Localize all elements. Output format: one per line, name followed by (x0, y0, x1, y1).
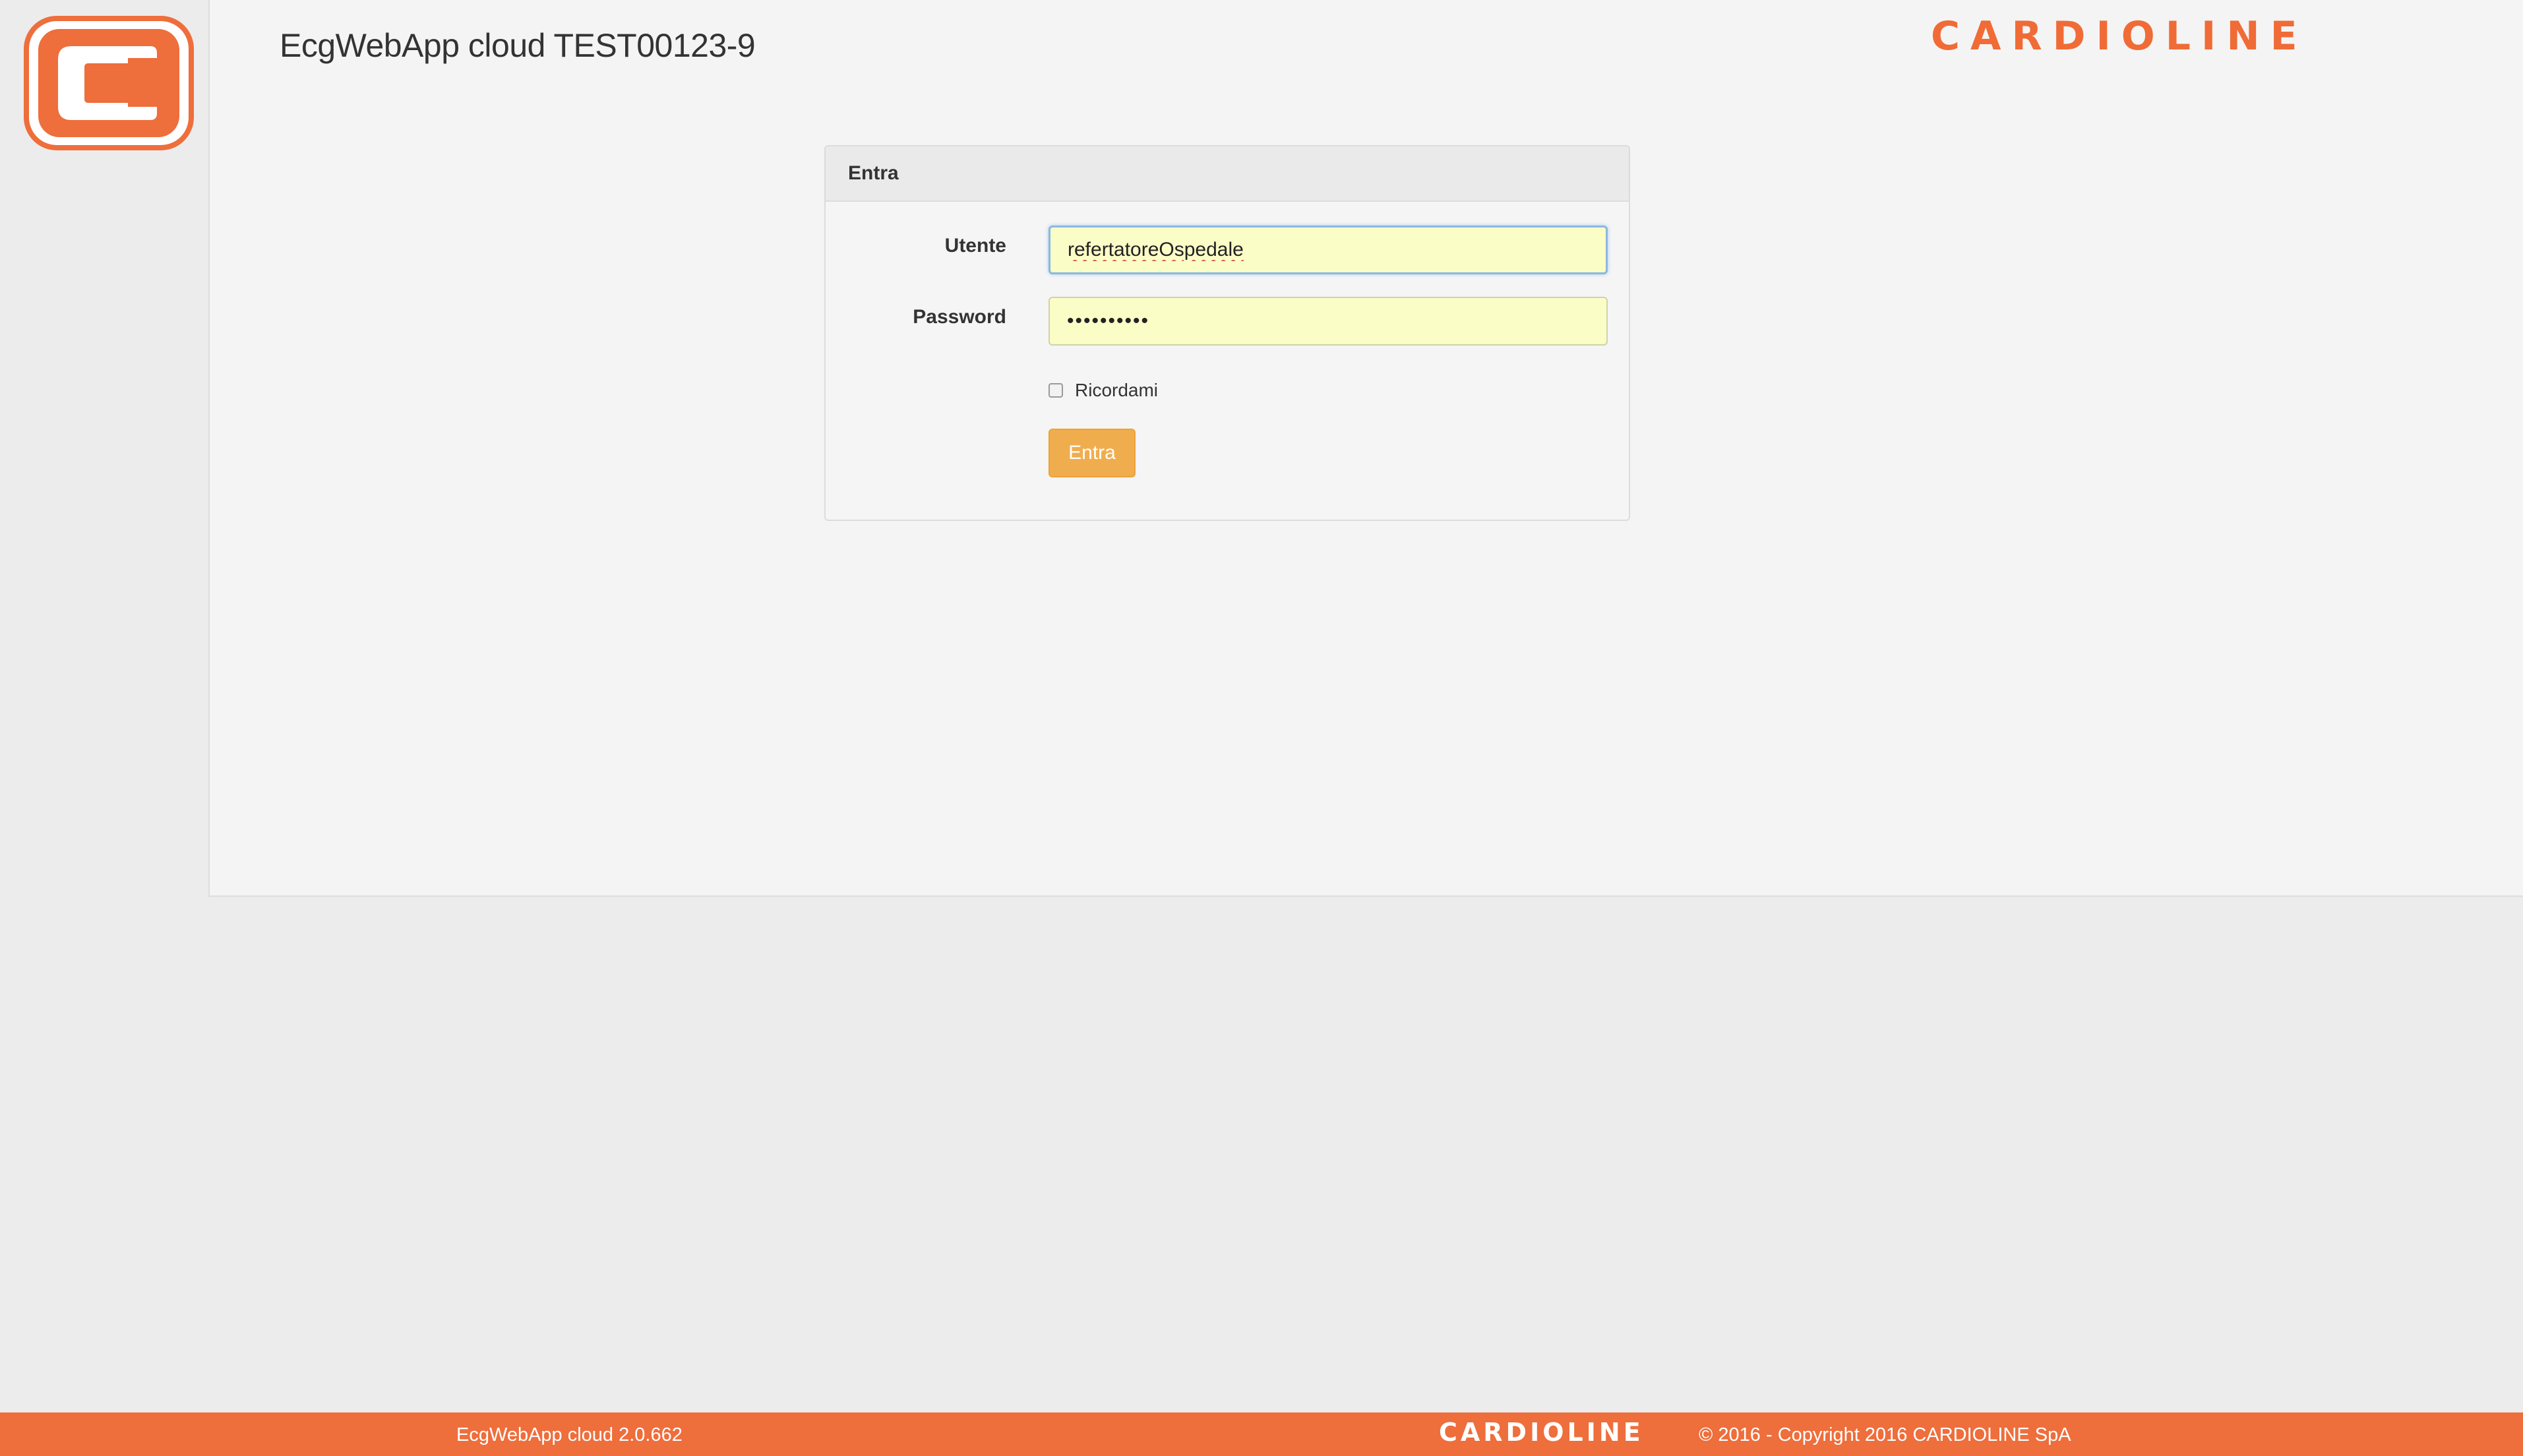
sidebar (0, 0, 208, 897)
remember-me-label: Ricordami (1075, 380, 1159, 400)
password-input[interactable] (1049, 297, 1608, 346)
footer-brand-wordmark: CARDIOLINE (1439, 1418, 1644, 1447)
footer: EcgWebApp cloud 2.0.662 CARDIOLINE © 201… (0, 1412, 2523, 1456)
app-title: EcgWebApp cloud TEST00123-9 (280, 27, 756, 64)
cardioline-c-logo-icon[interactable] (24, 16, 194, 150)
login-panel: Entra Utente Password Ricordami Entra (824, 145, 1630, 521)
remember-me-checkbox[interactable] (1049, 383, 1063, 398)
username-input[interactable] (1049, 226, 1608, 274)
login-button[interactable]: Entra (1049, 429, 1136, 477)
login-panel-heading: Entra (826, 146, 1629, 202)
logo-svg (24, 16, 194, 150)
brand-wordmark: CARDIOLINE (1931, 13, 2308, 59)
footer-version: EcgWebApp cloud 2.0.662 (456, 1424, 683, 1445)
remember-me-row[interactable]: Ricordami (1049, 380, 1158, 401)
footer-copyright: © 2016 - Copyright 2016 CARDIOLINE SpA (1699, 1424, 2071, 1445)
username-label: Utente (944, 235, 1006, 257)
password-label: Password (913, 306, 1006, 328)
